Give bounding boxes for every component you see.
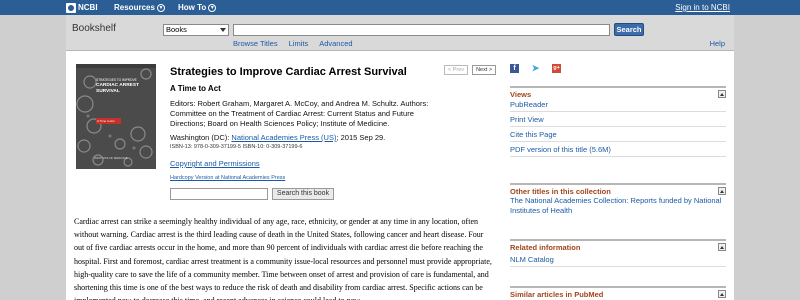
nlm-catalog-link[interactable]: NLM Catalog — [510, 253, 726, 267]
limits-link[interactable]: Limits — [289, 39, 309, 48]
database-select[interactable]: Books — [163, 24, 229, 36]
publication-place: Washington (DC): — [170, 133, 230, 142]
book-search-input[interactable] — [170, 188, 268, 200]
hardcopy-link[interactable]: Hardcopy Version at National Academies P… — [170, 175, 285, 181]
book-abstract: Cardiac arrest can strike a seemingly he… — [74, 217, 492, 300]
book-subtitle: A Time to Act — [170, 84, 221, 93]
chevron-down-icon: ▼ — [208, 3, 217, 12]
twitter-icon[interactable]: ➤ — [531, 64, 540, 73]
cover-tag: A Time to Act — [96, 118, 121, 124]
resources-label: Resources — [114, 3, 155, 12]
next-button[interactable]: Next > — [472, 65, 497, 75]
publication-date: ; 2015 Sep 29. — [336, 133, 386, 142]
view-item-cite[interactable]: Cite this Page — [510, 128, 726, 142]
chevron-down-icon: ▼ — [156, 3, 165, 12]
other-titles-title: Other titles in this collection — [510, 187, 611, 196]
section-title[interactable]: Bookshelf — [72, 23, 116, 34]
collapse-toggle-icon[interactable] — [718, 90, 726, 98]
view-item-print[interactable]: Print View — [510, 113, 726, 127]
prev-button[interactable]: < Prev — [444, 65, 469, 75]
book-cover[interactable]: STRATEGIES TO IMPROVE CARDIAC ARREST SUR… — [76, 64, 156, 169]
book-editors: Editors: Robert Graham, Margaret A. McCo… — [170, 99, 429, 128]
view-item-pdf[interactable]: PDF version of this title (5.6M) — [510, 143, 726, 157]
facebook-icon[interactable]: f — [510, 64, 519, 73]
views-panel-header: Views — [510, 86, 726, 99]
cover-title: STRATEGIES TO IMPROVE CARDIAC ARREST SUR… — [96, 78, 139, 94]
isbn: ISBN-13: 978-0-309-37199-5 ISBN-10: 0-30… — [170, 144, 303, 150]
browse-titles-link[interactable]: Browse Titles — [233, 39, 278, 48]
collapse-toggle-icon[interactable] — [718, 290, 726, 298]
cover-publisher: INSTITUTE OF MEDICINE — [94, 156, 128, 160]
share-bar: f ➤ g+ — [510, 64, 561, 73]
database-select-value: Books — [166, 25, 187, 34]
similar-panel-header: Similar articles in PubMed — [510, 286, 726, 299]
similar-title: Similar articles in PubMed — [510, 290, 604, 299]
publisher-link[interactable]: National Academies Press (US) — [231, 133, 336, 142]
ncbi-logo[interactable]: NCBI — [66, 2, 98, 13]
pager: < Prev Next > — [444, 65, 497, 75]
book-title: Strategies to Improve Cardiac Arrest Sur… — [170, 66, 407, 78]
resources-menu[interactable]: Resources ▼ — [114, 3, 165, 12]
main-content: STRATEGIES TO IMPROVE CARDIAC ARREST SUR… — [66, 51, 734, 300]
advanced-link[interactable]: Advanced — [319, 39, 352, 48]
related-title: Related information — [510, 243, 581, 252]
publication-info: Washington (DC): National Academies Pres… — [170, 133, 385, 142]
related-panel-header: Related information — [510, 239, 726, 252]
collapse-toggle-icon[interactable] — [718, 187, 726, 195]
howto-menu[interactable]: How To ▼ — [178, 3, 217, 12]
sign-in-link[interactable]: Sign in to NCBI — [675, 3, 730, 12]
google-plus-icon[interactable]: g+ — [552, 64, 561, 73]
other-titles-panel-header: Other titles in this collection — [510, 183, 726, 196]
search-sublinks: Browse Titles Limits Advanced — [233, 39, 353, 48]
copyright-link[interactable]: Copyright and Permissions — [170, 159, 260, 168]
search-input[interactable] — [233, 24, 610, 36]
ncbi-logo-icon — [66, 2, 76, 13]
collapse-toggle-icon[interactable] — [718, 243, 726, 251]
ncbi-header: NCBI Resources ▼ How To ▼ Sign in to NCB… — [0, 0, 800, 15]
dropdown-arrow-icon — [220, 28, 226, 32]
other-titles-link[interactable]: The National Academies Collection: Repor… — [510, 196, 726, 216]
view-item-pubreader[interactable]: PubReader — [510, 98, 726, 112]
search-button[interactable]: Search — [614, 23, 644, 36]
search-bar: Bookshelf Books Search Browse Titles Lim… — [66, 15, 734, 51]
help-link[interactable]: Help — [710, 39, 725, 48]
search-this-book-button[interactable]: Search this book — [272, 188, 334, 200]
ncbi-logo-text: NCBI — [78, 3, 98, 12]
howto-label: How To — [178, 3, 207, 12]
